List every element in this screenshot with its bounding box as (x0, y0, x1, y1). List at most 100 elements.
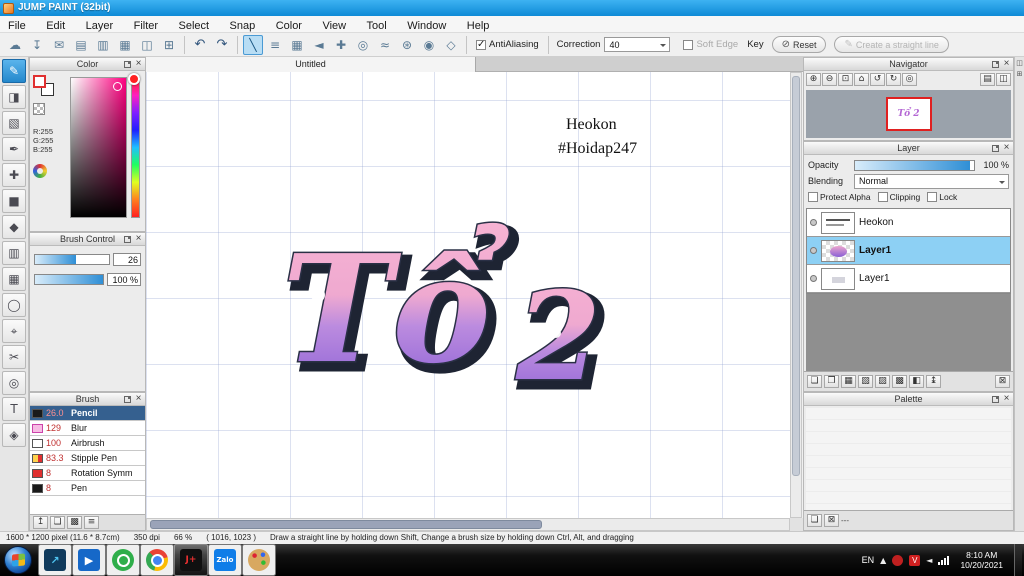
radial-snap-icon[interactable]: ✚ (331, 35, 351, 55)
menu-filter[interactable]: Filter (126, 18, 166, 34)
curve-snap-icon[interactable]: ≈ (375, 35, 395, 55)
brush-size-value[interactable]: 26 (113, 252, 141, 266)
brush-list-item[interactable]: 8 Pen (30, 481, 145, 496)
taskbar-app-store[interactable]: ↗ (38, 544, 72, 576)
zoom-out-icon[interactable]: ⊖ (822, 73, 837, 86)
duplicate-layer-icon[interactable]: ❐ (824, 375, 839, 388)
network-icon[interactable] (938, 555, 950, 565)
export-icon[interactable]: ↧ (27, 35, 47, 55)
menu-select[interactable]: Select (171, 18, 218, 34)
workspace-icon[interactable]: ◫ (137, 35, 157, 55)
clipping-checkbox-box[interactable] (877, 192, 888, 202)
hand-tool-icon[interactable]: ◈ (2, 423, 26, 447)
undo-icon[interactable]: ↶ (190, 35, 210, 55)
rotate-reset-icon[interactable]: ◎ (902, 73, 917, 86)
grid-snap-icon[interactable]: ▦ (287, 35, 307, 55)
lock-checkbox[interactable]: Lock (927, 192, 957, 202)
delete-color-icon[interactable]: ⊠ (824, 514, 839, 527)
taskbar-app-jump-paint[interactable]: J+ (174, 544, 208, 576)
canvas[interactable]: Heokon #Hoidap247 Tổ 2 Tổ 2 (146, 72, 790, 518)
show-hidden-icons[interactable]: ▲ (880, 556, 886, 565)
canvas-vertical-scrollbar[interactable] (790, 72, 802, 518)
brush-list-item[interactable]: 8 Rotation Symm (30, 466, 145, 481)
create-straight-line-button[interactable]: ✎ Create a straight line (834, 36, 949, 53)
reset-button[interactable]: ⊘ Reset (771, 36, 827, 53)
layer-row[interactable]: Layer1 (807, 265, 1010, 293)
scissors-tool-icon[interactable]: ✂ (2, 345, 26, 369)
note-panel-icon[interactable]: ▤ (71, 35, 91, 55)
start-button[interactable] (4, 546, 32, 574)
popout-icon[interactable] (124, 61, 131, 68)
volume-icon[interactable]: ◄ (926, 556, 932, 565)
zoom-reset-icon[interactable]: ⌂ (854, 73, 869, 86)
layer-visibility-icon[interactable] (810, 275, 817, 282)
close-icon[interactable]: × (1002, 393, 1011, 405)
zoom-in-icon[interactable]: ⊕ (806, 73, 821, 86)
move-tool-icon[interactable]: ✚ (2, 163, 26, 187)
layer-mask-icon[interactable]: ▨ (875, 375, 890, 388)
popout-icon[interactable] (992, 396, 999, 403)
message-icon[interactable]: ✉ (49, 35, 69, 55)
grid-toggle-icon[interactable]: ▦ (115, 35, 135, 55)
scroll-up-icon[interactable]: ↥ (33, 516, 48, 529)
horizontal-scroll-thumb[interactable] (150, 520, 542, 529)
menu-window[interactable]: Window (399, 18, 454, 34)
document-tab[interactable]: Untitled (146, 57, 476, 72)
navigator-viewport[interactable]: Tổ 2 (806, 90, 1011, 138)
layer-pattern-icon[interactable]: ▧ (858, 375, 873, 388)
close-icon[interactable]: × (1002, 142, 1011, 154)
navigator-thumbnail[interactable]: Tổ 2 (885, 97, 932, 131)
close-icon[interactable]: × (134, 233, 143, 245)
cloud-icon[interactable]: ☁ (5, 35, 25, 55)
brush-list-item[interactable]: 26.0 Pencil (30, 406, 145, 421)
transparent-color-icon[interactable] (33, 103, 45, 115)
hue-slider-handle[interactable] (128, 73, 140, 85)
layer-visibility-icon[interactable] (810, 247, 817, 254)
eraser-tool-icon[interactable]: ◨ (2, 85, 26, 109)
menu-snap[interactable]: Snap (222, 18, 264, 34)
dock-add-icon[interactable]: ⊞ (1017, 70, 1023, 78)
brush-tool-icon[interactable]: ✎ (2, 59, 26, 83)
foreground-color-swatch[interactable] (33, 75, 46, 88)
ellipse-tool-icon[interactable]: ◎ (2, 371, 26, 395)
close-icon[interactable]: × (1002, 58, 1011, 70)
delete-layer-icon[interactable]: ⊠ (995, 375, 1010, 388)
soft-edge-checkbox-box[interactable] (683, 39, 694, 50)
hue-slider[interactable] (128, 73, 140, 218)
clipping-checkbox[interactable]: Clipping (877, 192, 920, 202)
concentric-snap-icon[interactable]: ◉ (419, 35, 439, 55)
marquee-tool-icon[interactable]: ▧ (2, 111, 26, 135)
brush-opacity-value[interactable]: 100 % (107, 272, 141, 286)
antialiasing-checkbox[interactable]: AntiAliasing (476, 39, 539, 50)
protect-alpha-checkbox[interactable]: Protect Alpha (808, 192, 871, 202)
soft-edge-checkbox[interactable]: Soft Edge (683, 39, 738, 50)
add-panel-icon[interactable]: ⊞ (159, 35, 179, 55)
snap-settings-icon[interactable]: ⊛ (397, 35, 417, 55)
canvas-horizontal-scrollbar[interactable] (146, 518, 790, 531)
gradient-tool-icon[interactable]: ▥ (2, 241, 26, 265)
vanishing-point-icon[interactable]: ◄ (309, 35, 329, 55)
taskbar-app-browser[interactable]: ▶ (72, 544, 106, 576)
parallel-lines-icon[interactable]: ≡ (265, 35, 285, 55)
taskbar-app-zalo[interactable]: Zalo (208, 544, 242, 576)
new-brush-icon[interactable]: ❏ (50, 516, 65, 529)
brush-menu-icon[interactable]: ≡ (84, 516, 99, 529)
correction-dropdown[interactable]: 40 (604, 37, 671, 52)
vertical-scroll-thumb[interactable] (792, 76, 800, 476)
saturation-value-picker[interactable] (70, 77, 127, 218)
blending-dropdown[interactable]: Normal (854, 173, 1009, 189)
layer-order-icon[interactable]: ↨ (926, 375, 941, 388)
fill-tool-icon[interactable]: ◆ (2, 215, 26, 239)
brush-opacity-slider[interactable] (34, 273, 104, 285)
taskbar-clock[interactable]: 8:10 AM 10/20/2021 (955, 550, 1008, 570)
close-icon[interactable]: × (134, 58, 143, 70)
menu-edit[interactable]: Edit (38, 18, 73, 34)
menu-view[interactable]: View (314, 18, 354, 34)
rotate-ccw-icon[interactable]: ↺ (870, 73, 885, 86)
layer-opacity-slider[interactable] (854, 159, 975, 171)
material-panel-icon[interactable]: ▥ (93, 35, 113, 55)
ellipse-snap-icon[interactable]: ◎ (353, 35, 373, 55)
menu-tool[interactable]: Tool (359, 18, 395, 34)
palette-list[interactable] (806, 408, 1011, 510)
grid-select-tool-icon[interactable]: ▦ (2, 267, 26, 291)
